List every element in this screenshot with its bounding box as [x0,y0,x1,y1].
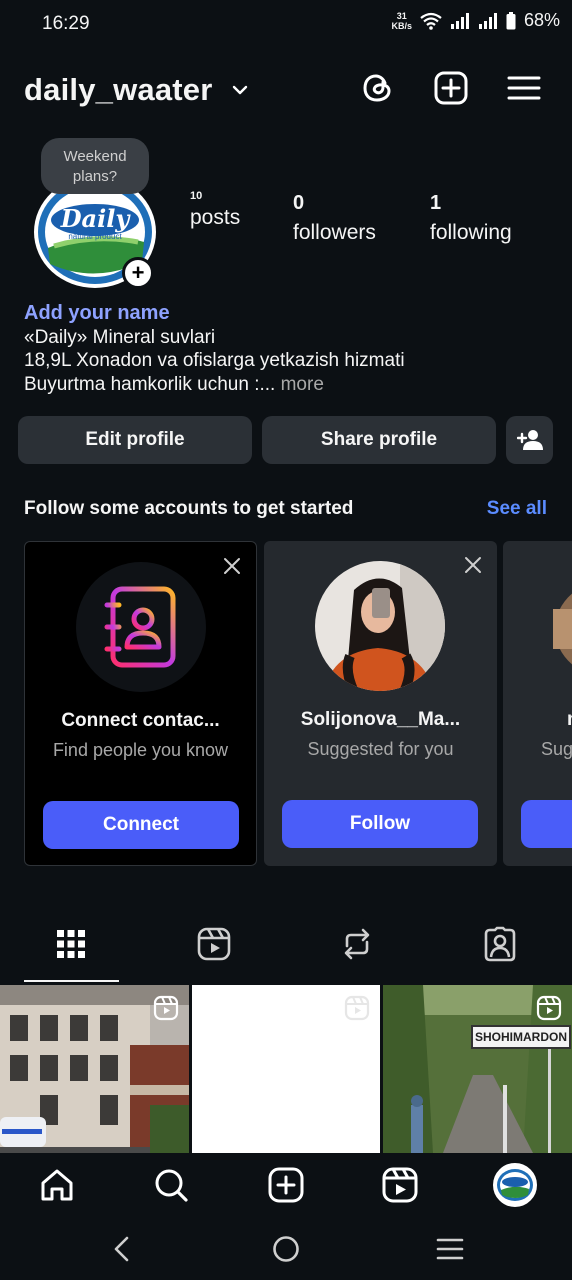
username-switcher[interactable]: daily_waater [24,72,213,108]
bottom-navigation [0,1153,572,1219]
suggestion-card-user: Solijonova__Ma... Suggested for you Foll… [264,541,497,866]
close-icon[interactable] [463,555,483,575]
card-subtitle: Suggested for you [307,739,454,759]
user-avatar[interactable] [314,560,446,692]
posts-label: posts [190,206,241,229]
edit-profile-button[interactable]: Edit profile [18,416,252,464]
grid-icon[interactable] [53,926,89,962]
profile-bio: Add your name «Daily» Mineral suvlari 18… [24,302,405,396]
followers-count: 0 [293,192,305,214]
posts-grid: SHOHIMARDON [0,985,572,1153]
note-bubble[interactable]: Weekend plans? [41,138,149,194]
discover-people-button[interactable] [506,416,553,464]
bio-line-last: Buyurtma hamkorlik uchun :... more [24,373,405,397]
bio-line: 18,9L Xonadon va ofislarga yetkazish hiz… [24,350,405,371]
status-bar: 16:29 31 KB/s 68% [0,0,572,48]
posts-count: 10 [190,190,203,202]
see-all-link[interactable]: See all [487,498,547,520]
card-title: Connect contac... [61,710,220,731]
post-thumbnail[interactable] [0,985,189,1153]
net-speed-unit: KB/s [391,20,412,31]
partial-avatar[interactable] [553,579,572,679]
suggestions-title: Follow some accounts to get started [24,498,354,519]
stat-posts[interactable]: 10 posts [190,190,241,230]
new-post-icon[interactable] [266,1165,306,1205]
recents-icon[interactable] [436,1237,464,1261]
reel-badge-icon [536,995,562,1021]
post-thumbnail[interactable]: SHOHIMARDON [383,985,572,1153]
card-title: m [503,709,572,731]
follow-button[interactable]: Follow [282,800,478,848]
signal-icon-2 [478,12,497,29]
status-time: 16:29 [42,13,90,34]
net-speed: 31 KB/s [391,11,412,31]
status-icons: 31 KB/s 68% [391,10,560,31]
battery-icon [506,11,516,29]
signal-icon [450,12,469,29]
bio-line: «Daily» Mineral suvlari [24,326,216,348]
menu-icon[interactable] [506,70,542,106]
followers-label: followers [293,221,376,244]
more-link[interactable]: more [281,374,324,395]
svg-text:Daily: Daily [60,204,132,233]
bio-line-text: Buyurtma hamkorlik uchun :... [24,373,276,395]
create-icon[interactable] [433,70,469,106]
reels-nav-icon[interactable] [380,1165,420,1205]
active-tab-indicator [24,980,119,982]
add-person-icon [516,430,543,450]
connect-button[interactable]: Connect [43,801,239,849]
svg-text:natural product: natural product [68,232,122,241]
card-title: Solijonova__Ma... [300,709,461,730]
system-navigation [0,1219,572,1280]
add-story-button[interactable]: + [122,257,154,289]
home-circle-icon[interactable] [272,1235,300,1263]
threads-icon[interactable] [360,70,396,106]
card-subtitle: Find people you know [52,740,229,760]
content-tabs [0,918,572,984]
reposts-icon[interactable] [339,926,375,962]
sign-label: SHOHIMARDON [471,1025,571,1049]
share-profile-button[interactable]: Share profile [262,416,496,464]
reels-icon[interactable] [196,926,232,962]
reel-badge-icon [153,995,179,1021]
search-icon[interactable] [151,1165,191,1205]
stat-followers[interactable]: 0 followers [293,192,376,245]
reel-badge-icon [344,995,370,1021]
contacts-book-icon [76,562,206,692]
tagged-icon[interactable] [482,926,518,962]
post-thumbnail[interactable] [192,985,380,1153]
home-icon[interactable] [37,1165,77,1205]
profile-nav-avatar[interactable] [493,1163,537,1207]
follow-button-partial[interactable] [521,800,572,848]
following-count: 1 [430,192,442,214]
add-name-link[interactable]: Add your name [24,302,405,326]
close-icon[interactable] [222,556,242,576]
following-label: following [430,221,512,244]
profile-header: daily_waater [0,60,572,120]
card-subtitle: Sug [541,739,572,759]
back-icon[interactable] [110,1235,134,1263]
suggestion-card-partial: m Sug [503,541,572,866]
stat-following[interactable]: 1 following [430,192,512,245]
suggestion-card-contacts: Connect contac... Find people you know C… [24,541,257,866]
wifi-icon [420,12,442,30]
chevron-down-icon[interactable] [230,80,250,100]
net-speed-value: 31 [396,10,407,21]
battery-percent: 68% [523,10,560,30]
